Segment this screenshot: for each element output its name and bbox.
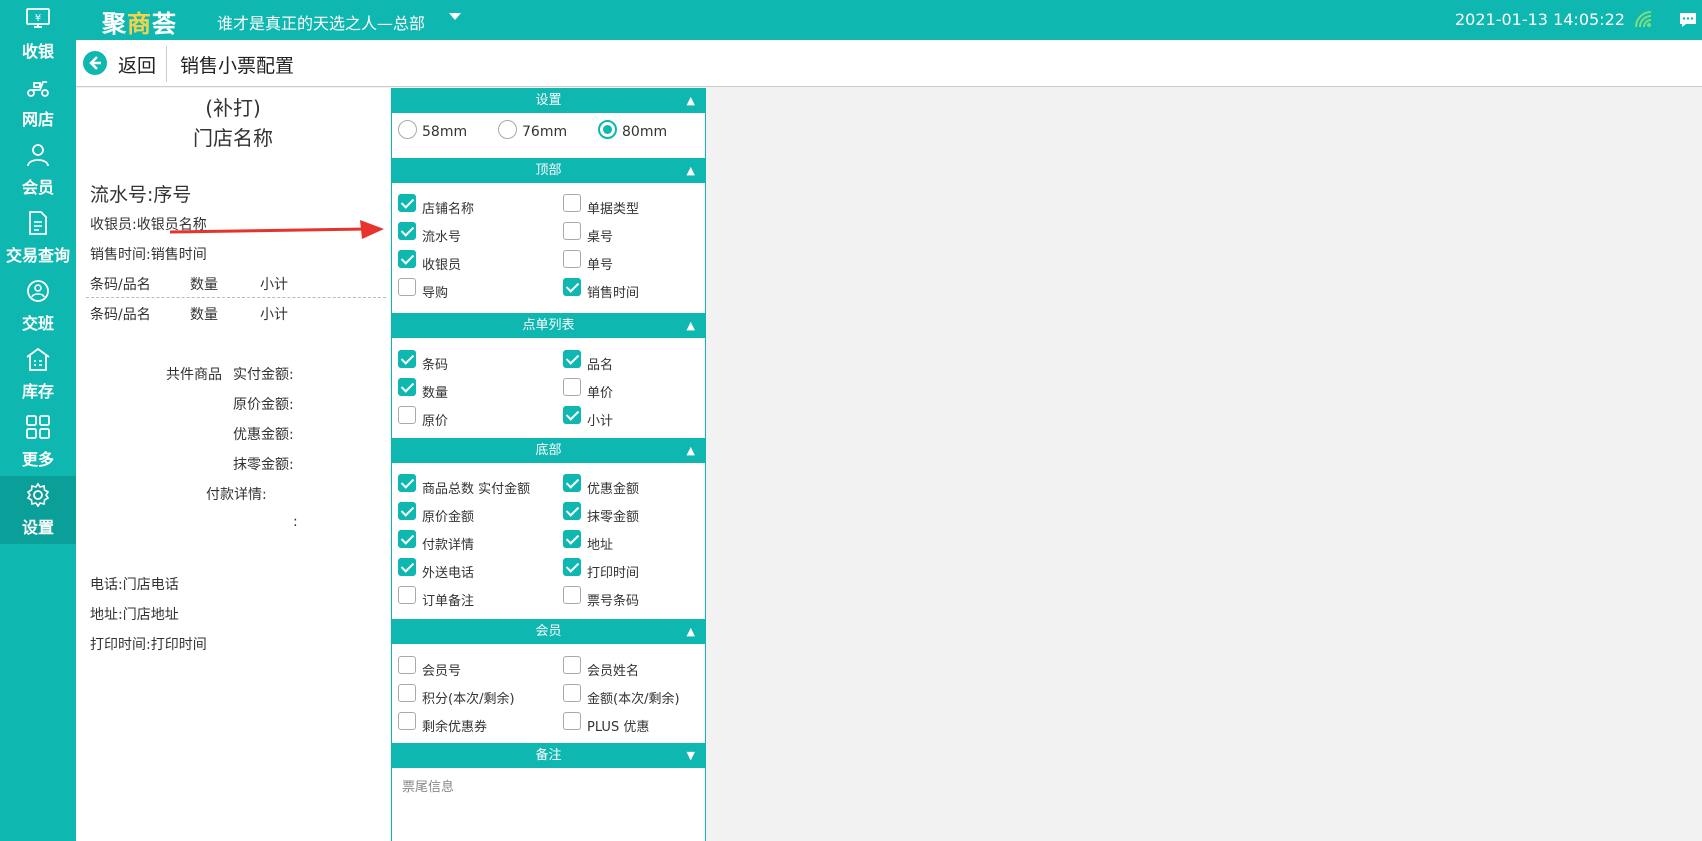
dashed-divider — [86, 297, 386, 298]
nav-label: 交易查询 — [5, 246, 70, 265]
preview-print-time: 打印时间:打印时间 — [90, 637, 207, 653]
nav-item-shift[interactable]: 交班 — [0, 272, 76, 340]
preview-row-qty: 数量 — [190, 307, 218, 323]
page-header: 返回 销售小票配置 — [76, 40, 1702, 87]
nav-label: 网店 — [21, 110, 54, 129]
svg-text:¥: ¥ — [35, 13, 41, 24]
nav-label: 更多 — [21, 450, 54, 469]
nav-label: 设置 — [21, 518, 54, 537]
store-selector-label[interactable]: 谁才是真正的天选之人—总部 — [217, 10, 425, 34]
nav-item-transaction-query[interactable]: 交易查询 — [0, 204, 76, 272]
delivery-scooter-icon — [27, 81, 49, 97]
page-title: 销售小票配置 — [180, 55, 295, 77]
warehouse-icon — [26, 347, 50, 371]
nav-item-inventory[interactable]: 库存 — [0, 340, 76, 408]
divider — [166, 46, 167, 82]
chevron-down-icon[interactable] — [449, 13, 461, 20]
receipt-preview: (补打) 门店名称 流水号:序号 收银员:收银员名称 销售时间:销售时间 条码/… — [76, 88, 390, 841]
preview-sale-time: 销售时间:销售时间 — [90, 247, 207, 263]
chevron-up-icon[interactable]: ▲ — [687, 313, 695, 338]
message-icon[interactable] — [1678, 11, 1698, 29]
preview-discount: 优惠金额: — [233, 427, 294, 443]
chevron-down-icon[interactable]: ▼ — [687, 743, 695, 768]
preview-row-item: 条码/品名 — [90, 307, 151, 323]
preview-reprint: (补打) — [205, 96, 261, 120]
grid-icon — [26, 415, 50, 439]
nav-item-more[interactable]: 更多 — [0, 408, 76, 476]
preview-paid: 实付金额: — [233, 367, 294, 383]
app-logo: 聚商荟 — [102, 10, 177, 38]
top-bar: 聚商荟 谁才是真正的天选之人—总部 2021-01-13 14:05:22 — [0, 0, 1702, 40]
nav-item-settings[interactable]: 设置 — [0, 476, 76, 544]
document-icon — [29, 211, 47, 235]
shift-handover-icon — [27, 280, 49, 302]
section-header-top[interactable]: 顶部 ▲ — [392, 158, 705, 183]
preview-address: 地址:门店地址 — [90, 607, 179, 623]
chevron-up-icon[interactable]: ▲ — [687, 158, 695, 183]
settings-panel: 设置 ▲ 58mm 76mm 80mm 顶部 ▲ 店铺名称 单据类型 流水号 桌号 … — [391, 88, 706, 841]
wifi-icon — [1635, 11, 1652, 28]
nav-item-cashier[interactable]: ¥ 收银 — [0, 0, 76, 68]
datetime: 2021-01-13 14:05:22 — [1455, 10, 1625, 29]
preview-payment-detail: 付款详情: — [206, 487, 267, 503]
user-icon — [27, 144, 49, 167]
preview-phone: 电话:门店电话 — [90, 577, 179, 593]
section-header-remark[interactable]: 备注 ▼ — [392, 743, 705, 768]
preview-rounding: 抹零金额: — [233, 457, 294, 473]
nav-label: 收银 — [21, 42, 54, 61]
sidebar: ¥ 收银 网店 会员 交易查询 交班 库存 更多 设置 — [0, 0, 76, 841]
section-header-member[interactable]: 会员 ▲ — [392, 619, 705, 644]
preview-serial: 流水号:序号 — [90, 184, 192, 206]
preview-row-subtotal: 小计 — [260, 307, 288, 323]
preview-col-qty: 数量 — [190, 277, 218, 293]
preview-store-name: 门店名称 — [193, 126, 273, 150]
cash-register-icon: ¥ — [26, 8, 50, 28]
chevron-up-icon[interactable]: ▲ — [687, 438, 695, 463]
preview-col-item: 条码/品名 — [90, 277, 151, 293]
preview-col-subtotal: 小计 — [260, 277, 288, 293]
nav-label: 会员 — [21, 178, 54, 197]
chevron-up-icon[interactable]: ▲ — [687, 619, 695, 644]
section-header-bottom[interactable]: 底部 ▲ — [392, 438, 705, 463]
remark-input[interactable]: 票尾信息 — [402, 776, 454, 795]
preview-total-items: 共件商品 — [166, 367, 222, 383]
back-arrow-icon[interactable] — [82, 50, 108, 76]
back-button[interactable]: 返回 — [118, 51, 156, 78]
chevron-up-icon[interactable]: ▲ — [687, 88, 695, 113]
section-header-setting[interactable]: 设置 ▲ — [392, 88, 705, 113]
nav-item-online-store[interactable]: 网店 — [0, 68, 76, 136]
preview-colon: : — [293, 514, 298, 530]
preview-original: 原价金额: — [233, 397, 294, 413]
section-header-order-list[interactable]: 点单列表 ▲ — [392, 313, 705, 338]
nav-label: 库存 — [21, 382, 54, 401]
nav-item-member[interactable]: 会员 — [0, 136, 76, 204]
nav-label: 交班 — [21, 314, 54, 333]
preview-cashier: 收银员:收银员名称 — [90, 217, 207, 233]
gear-icon — [26, 482, 50, 508]
